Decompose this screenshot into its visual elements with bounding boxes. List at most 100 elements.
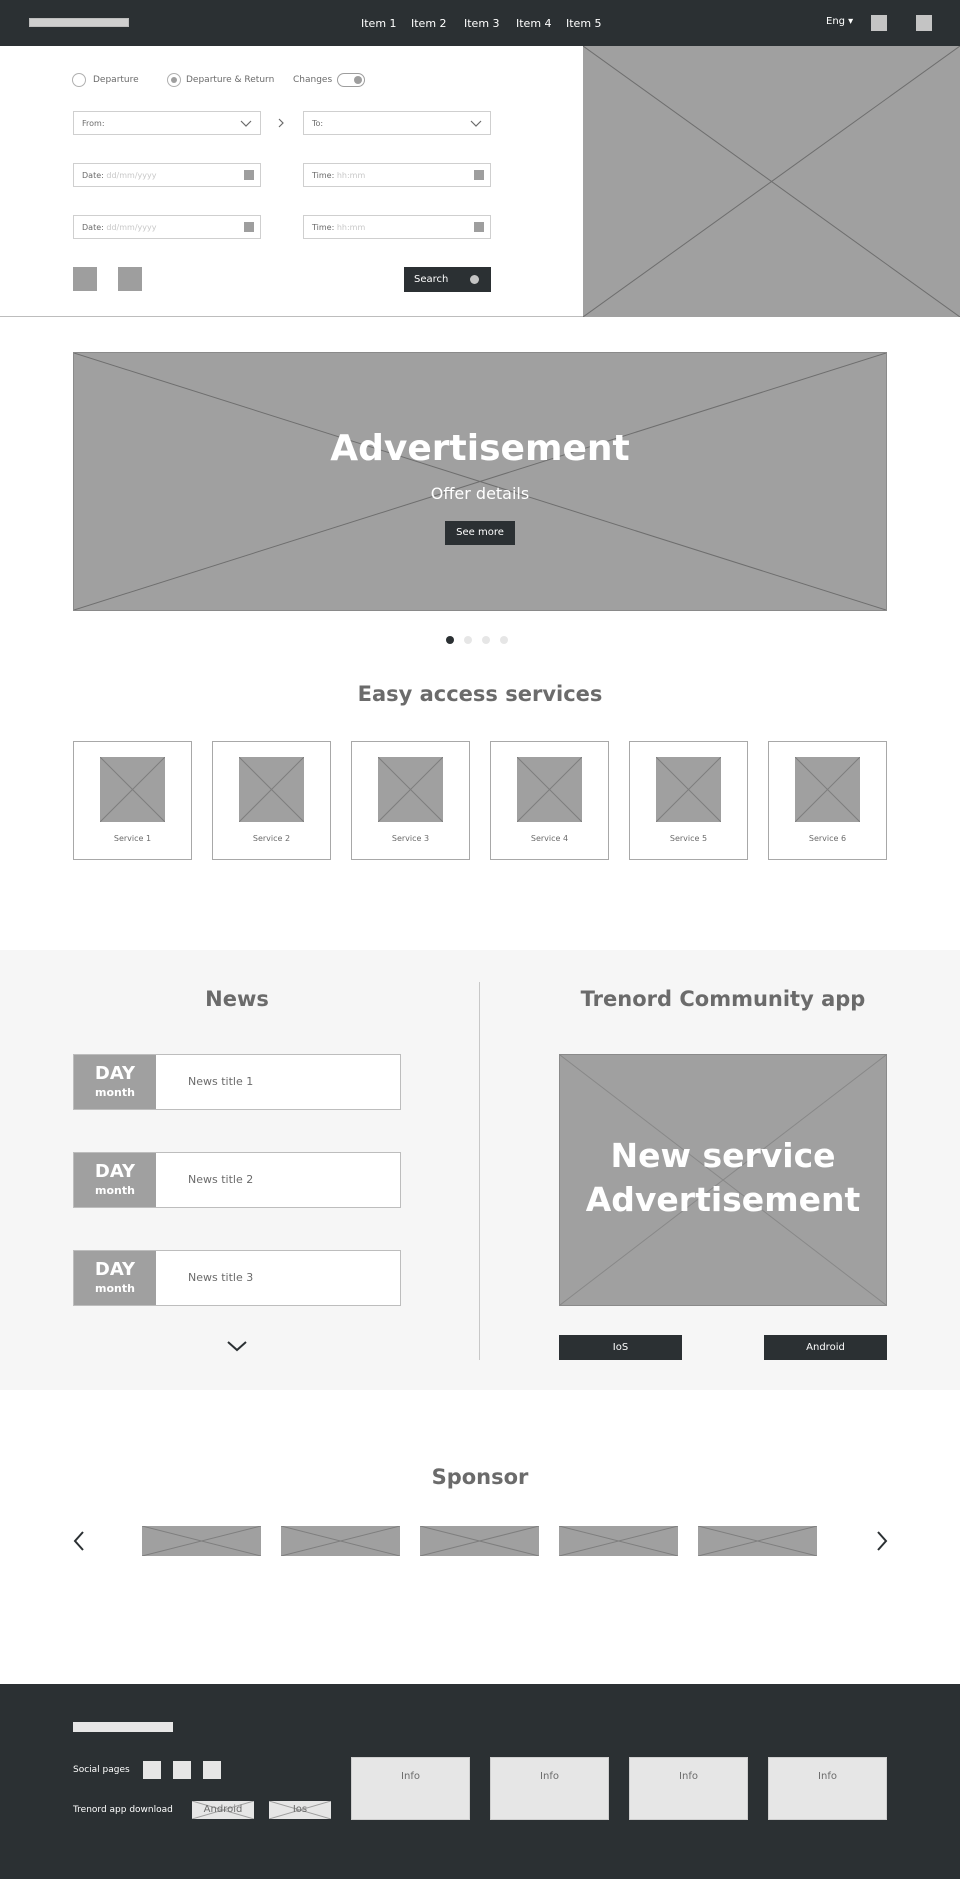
news-item-title: News title 2: [188, 1173, 254, 1186]
service-icon: [516, 756, 583, 823]
carousel-dot-3[interactable]: [482, 636, 490, 644]
news-day: DAY: [94, 1063, 136, 1084]
departure-radio[interactable]: [72, 73, 86, 87]
sponsor-logo[interactable]: [280, 1525, 401, 1557]
nav-item-1[interactable]: Item 1: [361, 17, 397, 30]
footer-info-box[interactable]: Info: [490, 1757, 609, 1820]
passenger-icon[interactable]: [73, 267, 97, 291]
departure-time-field[interactable]: Time: hh:mm: [303, 163, 491, 187]
return-time-field[interactable]: Time: hh:mm: [303, 215, 491, 239]
services-title: Easy access services: [357, 682, 603, 706]
footer-logo[interactable]: [73, 1722, 173, 1732]
chevron-down-icon[interactable]: [226, 1339, 248, 1353]
site-logo[interactable]: [29, 18, 129, 27]
ios-download-label: Ios: [292, 1804, 308, 1815]
options-icon[interactable]: [118, 267, 142, 291]
android-button[interactable]: Android: [764, 1335, 887, 1360]
service-card[interactable]: Service 6: [768, 741, 887, 860]
departure-label: Departure: [93, 75, 139, 85]
date-label: Date:: [82, 223, 104, 232]
search-button[interactable]: Search: [404, 267, 491, 292]
service-label: Service 2: [252, 834, 291, 843]
news-item[interactable]: DAY month News title 3: [73, 1250, 401, 1306]
sponsor-logo[interactable]: [697, 1525, 818, 1557]
time-placeholder: hh:mm: [336, 223, 366, 232]
menu-icon[interactable]: [916, 15, 932, 31]
nav-item-5[interactable]: Item 5: [566, 17, 602, 30]
see-more-button[interactable]: See more: [445, 521, 515, 545]
news-title: News: [205, 987, 269, 1011]
ad-subtitle: Offer details: [430, 484, 530, 503]
return-date-field[interactable]: Date: dd/mm/yyyy: [73, 215, 261, 239]
app-download-label: Trenord app download: [73, 1805, 173, 1815]
nav-item-2[interactable]: Item 2: [411, 17, 447, 30]
advertisement-banner[interactable]: [73, 352, 887, 611]
social-icon[interactable]: [203, 1761, 221, 1779]
news-date: DAY month: [74, 1055, 156, 1109]
carousel-dot-4[interactable]: [500, 636, 508, 644]
changes-toggle[interactable]: [337, 73, 365, 87]
date-label: Date:: [82, 171, 104, 180]
nav-item-3[interactable]: Item 3: [464, 17, 500, 30]
section-divider: [479, 982, 480, 1360]
footer-info-box[interactable]: Info: [629, 1757, 748, 1820]
nav-item-4[interactable]: Item 4: [516, 17, 552, 30]
departure-return-radio[interactable]: [167, 73, 181, 87]
ad-title: Advertisement: [330, 428, 630, 469]
user-icon[interactable]: [871, 15, 887, 31]
ios-download-button[interactable]: Ios: [269, 1801, 331, 1819]
app-ad-line-1: New service: [610, 1136, 836, 1175]
chevron-down-icon: [470, 120, 482, 127]
service-icon: [794, 756, 861, 823]
service-card[interactable]: Service 2: [212, 741, 331, 860]
sponsor-title: Sponsor: [431, 1465, 529, 1489]
social-icon[interactable]: [143, 1761, 161, 1779]
service-label: Service 3: [391, 834, 430, 843]
footer: Social pages Trenord app download Androi…: [0, 1684, 960, 1879]
service-label: Service 4: [530, 834, 569, 843]
service-card[interactable]: Service 4: [490, 741, 609, 860]
calendar-icon[interactable]: [244, 170, 254, 180]
time-label: Time:: [312, 171, 335, 180]
footer-info-box[interactable]: Info: [351, 1757, 470, 1820]
clock-icon[interactable]: [474, 222, 484, 232]
to-select[interactable]: To:: [303, 111, 491, 135]
departure-date-field[interactable]: Date: dd/mm/yyyy: [73, 163, 261, 187]
news-month: month: [95, 1282, 135, 1295]
service-icon: [99, 756, 166, 823]
service-icon: [655, 756, 722, 823]
news-month: month: [95, 1184, 135, 1197]
ios-button[interactable]: IoS: [559, 1335, 682, 1360]
from-select[interactable]: From:: [73, 111, 261, 135]
date-placeholder: dd/mm/yyyy: [106, 223, 157, 232]
calendar-icon[interactable]: [244, 222, 254, 232]
chevron-left-icon[interactable]: [70, 1529, 88, 1553]
service-card[interactable]: Service 5: [629, 741, 748, 860]
carousel-dot-1[interactable]: [446, 636, 454, 644]
carousel-dot-2[interactable]: [464, 636, 472, 644]
hero-image: [583, 46, 960, 317]
search-button-label: Search: [414, 274, 449, 285]
sponsor-logo[interactable]: [558, 1525, 679, 1557]
language-selector[interactable]: Eng ▾: [826, 16, 853, 27]
android-download-button[interactable]: Android: [192, 1801, 254, 1819]
news-item[interactable]: DAY month News title 2: [73, 1152, 401, 1208]
service-label: Service 1: [113, 834, 152, 843]
chevron-right-icon[interactable]: [873, 1529, 891, 1553]
social-icon[interactable]: [173, 1761, 191, 1779]
clock-icon[interactable]: [474, 170, 484, 180]
to-label: To:: [312, 119, 324, 128]
news-day: DAY: [94, 1259, 136, 1280]
service-icon: [238, 756, 305, 823]
swap-arrow-icon[interactable]: [276, 117, 286, 129]
sponsor-logo[interactable]: [141, 1525, 262, 1557]
service-card[interactable]: Service 1: [73, 741, 192, 860]
news-item[interactable]: DAY month News title 1: [73, 1054, 401, 1110]
social-pages-label: Social pages: [73, 1765, 130, 1775]
sponsor-logo[interactable]: [419, 1525, 540, 1557]
footer-info-box[interactable]: Info: [768, 1757, 887, 1820]
service-card[interactable]: Service 3: [351, 741, 470, 860]
date-placeholder: dd/mm/yyyy: [106, 171, 157, 180]
departure-return-label: Departure & Return: [186, 75, 275, 85]
from-label: From:: [82, 119, 105, 128]
